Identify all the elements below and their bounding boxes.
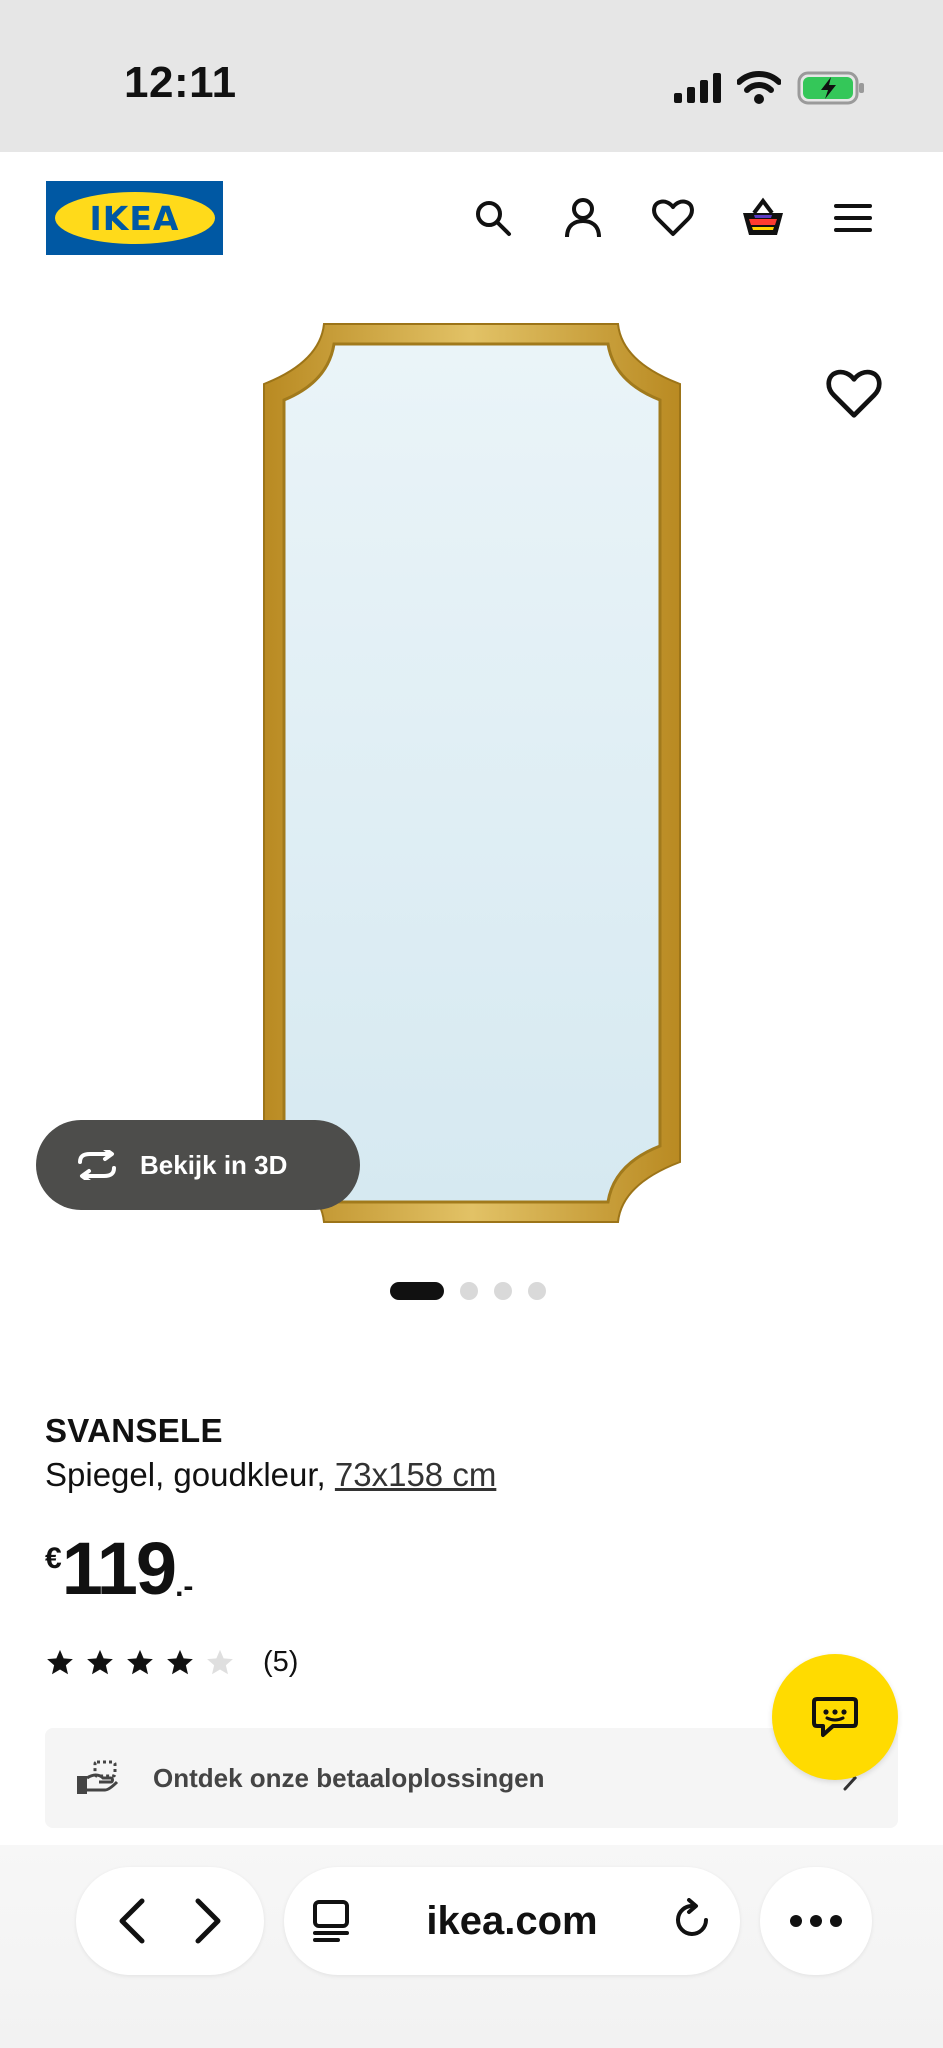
more-dots-icon [790,1915,842,1927]
carousel-dot[interactable] [460,1282,478,1300]
reader-mode-icon[interactable] [310,1899,352,1943]
browser-more-button[interactable] [760,1867,872,1975]
url-text: ikea.com [426,1898,598,1943]
page: 12:11 IKEA Bekijk in 3D SVANSELE Spiegel… [0,0,943,2048]
browser-nav-group [76,1867,264,1975]
carousel-dot[interactable] [390,1282,444,1300]
rating-count: (5) [263,1646,299,1678]
product-name: SVANSELE [45,1412,223,1449]
heart-icon[interactable] [647,192,699,244]
site-header: IKEA [0,152,943,282]
reload-icon[interactable] [672,1898,714,1944]
carousel-dots [390,1282,546,1300]
basket-icon[interactable] [737,192,789,244]
logo-oval: IKEA [54,192,215,244]
logo-text: IKEA [89,198,180,238]
search-icon[interactable] [467,192,519,244]
status-time: 12:11 [124,58,237,107]
address-bar[interactable]: ikea.com [284,1867,740,1975]
account-icon[interactable] [557,192,609,244]
star-empty-icon [207,1649,233,1674]
carousel-dot[interactable] [528,1282,546,1300]
chat-button[interactable] [772,1654,898,1780]
payment-options-label: Ontdek onze betaaloplossingen [153,1762,545,1793]
status-bar: 12:11 [0,0,943,152]
forward-icon[interactable] [193,1897,223,1945]
star-filled-icon [87,1649,113,1674]
ikea-logo[interactable]: IKEA [46,181,223,255]
cellular-signal-icon [674,73,721,103]
rating-stars [45,1648,235,1678]
star-filled-icon [167,1649,193,1674]
header-icons [467,192,879,244]
product-size-link[interactable]: 73x158 cm [335,1456,496,1493]
rotate-3d-icon [78,1150,116,1180]
battery-charging-icon [797,71,864,105]
back-icon[interactable] [117,1897,147,1945]
menu-icon[interactable] [827,192,879,244]
status-icons [674,68,867,108]
chat-icon [812,1697,858,1737]
price-currency: € [45,1542,62,1575]
browser-toolbar: ikea.com [0,1845,943,2048]
price-suffix: .- [175,1570,194,1603]
payment-options-banner[interactable]: Ontdek onze betaaloplossingen [45,1728,898,1828]
favourite-heart-icon[interactable] [826,368,882,420]
wifi-icon [737,71,781,104]
product-description: Spiegel, goudkleur, 73x158 cm [45,1456,496,1494]
product-description-text: Spiegel, goudkleur, [45,1456,335,1493]
star-filled-icon [47,1649,73,1674]
view-in-3d-button[interactable]: Bekijk in 3D [36,1120,360,1210]
carousel-dot[interactable] [494,1282,512,1300]
price-amount: 119 [61,1527,177,1610]
product-image-mirror[interactable] [262,320,682,1226]
star-filled-icon [127,1649,153,1674]
view-in-3d-label: Bekijk in 3D [140,1149,288,1180]
product-rating[interactable]: (5) [45,1646,298,1679]
product-price: € 119 .- [45,1532,193,1606]
payment-hand-icon [77,1760,119,1794]
